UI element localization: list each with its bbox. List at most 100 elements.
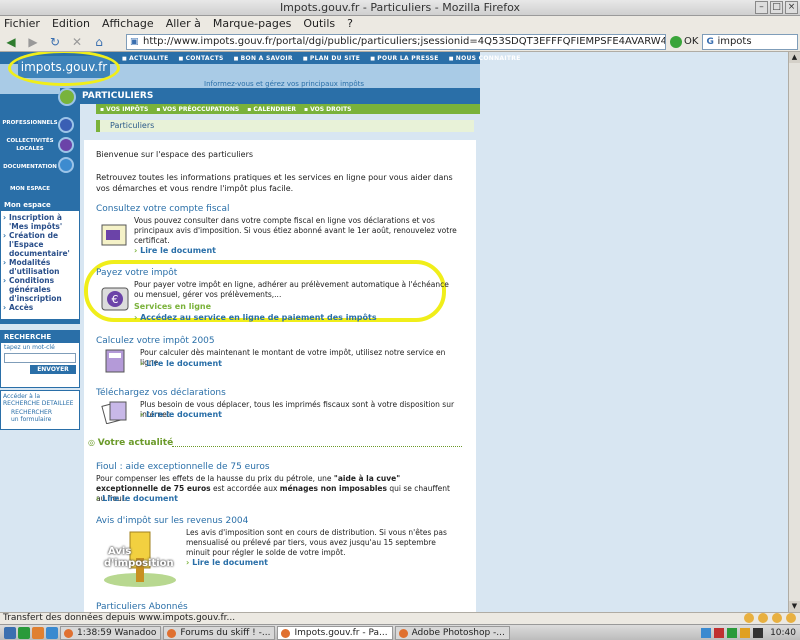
- tray-icon-1[interactable]: [701, 627, 712, 638]
- abonnes-title[interactable]: Particuliers Abonnés: [96, 602, 188, 612]
- window-title: Impots.gouv.fr - Particuliers - Mozilla …: [279, 1, 521, 14]
- menu-aller[interactable]: Aller à: [166, 16, 201, 32]
- task-photoshop[interactable]: Adobe Photoshop -...: [394, 625, 510, 640]
- status-text: Transfert des données depuis www.impots.…: [3, 613, 236, 623]
- welcome-text: Bienvenue sur l'espace des particuliers: [96, 150, 254, 159]
- task-wanadoo[interactable]: 1:38:59 Wanadoo: [60, 625, 162, 640]
- services-en-ligne-label: Services en ligne: [134, 302, 212, 311]
- header-subtitle: Informez-vous et gérez vos principaux im…: [204, 80, 365, 88]
- leftnav-collectivites[interactable]: COLLECTIVITÉS LOCALES: [0, 134, 60, 156]
- monespace-creation[interactable]: Création de l'Espace documentaire': [3, 231, 77, 258]
- go-icon: [670, 35, 682, 48]
- monespace-inscription[interactable]: Inscription à 'Mes impôts': [3, 213, 77, 231]
- adv-formulaire[interactable]: un formulaire: [3, 416, 77, 423]
- adv-recherche-detaillee[interactable]: RECHERCHE DETAILLEE: [3, 400, 77, 407]
- back-icon[interactable]: ◀: [2, 34, 20, 50]
- fioul-link[interactable]: Lire le document: [96, 494, 178, 503]
- adv-rechercher[interactable]: RECHERCHER: [3, 409, 77, 416]
- compte-fiscal-title[interactable]: Consultez votre compte fiscal: [96, 204, 229, 214]
- url-input[interactable]: http://www.impots.gouv.fr/portal/dgi/pub…: [126, 33, 666, 50]
- professionnels-bubble-icon[interactable]: [58, 117, 74, 133]
- payez-text: Pour payer votre impôt en ligne, adhérer…: [134, 280, 449, 299]
- paiement-link[interactable]: Accédez au service en ligne de paiement …: [134, 313, 377, 322]
- mon-espace-title: Mon espace: [1, 199, 79, 211]
- quicklaunch-icon-1[interactable]: [18, 626, 30, 639]
- breadcrumb[interactable]: Particuliers: [110, 120, 154, 132]
- menu-bar: Fichier Edition Affichage Aller à Marque…: [0, 16, 800, 32]
- monespace-conditions[interactable]: Conditions générales d'inscription: [3, 276, 77, 303]
- search-input[interactable]: impots: [702, 33, 799, 50]
- recherche-box: RECHERCHE tapez un mot-clé ENVOYER: [0, 330, 80, 388]
- task-forums[interactable]: Forums du skiff ! -...: [163, 625, 276, 640]
- menu-edition[interactable]: Edition: [52, 16, 90, 32]
- status-icon-2: [758, 613, 768, 623]
- recherche-input[interactable]: [4, 353, 76, 363]
- close-icon[interactable]: ×: [785, 1, 798, 14]
- status-icon-3: [772, 613, 782, 623]
- compte-fiscal-link[interactable]: Lire le document: [134, 246, 216, 255]
- page-scrollbar[interactable]: ▲ ▼: [788, 52, 800, 612]
- section-subnav: VOS IMPÔTS VOS PRÉOCCUPATIONS CALENDRIER…: [96, 104, 480, 114]
- compte-fiscal-icon: [101, 224, 127, 246]
- stop-icon[interactable]: ✕: [68, 34, 86, 50]
- avis-link[interactable]: Lire le document: [186, 558, 268, 567]
- subnav-vos-impots[interactable]: VOS IMPÔTS: [100, 106, 148, 113]
- envoyer-button[interactable]: ENVOYER: [30, 365, 76, 374]
- tray-icon-3[interactable]: [727, 627, 738, 638]
- task-impots[interactable]: Impots.gouv.fr - Pa...: [277, 625, 393, 640]
- topnav-nous-connaitre[interactable]: NOUS CONNAITRE: [449, 55, 521, 62]
- calculez-link[interactable]: Lire le document: [140, 359, 222, 368]
- telechargez-link[interactable]: Lire le document: [140, 410, 222, 419]
- calculez-title[interactable]: Calculez votre impôt 2005: [96, 336, 215, 346]
- topnav-actualite[interactable]: ACTUALITE: [122, 55, 169, 62]
- avis-title[interactable]: Avis d'impôt sur les revenus 2004: [96, 516, 248, 526]
- forward-icon[interactable]: ▶: [24, 34, 42, 50]
- quicklaunch-icon-2[interactable]: [32, 626, 44, 639]
- subnav-preoccupations[interactable]: VOS PRÉOCCUPATIONS: [156, 106, 239, 113]
- home-icon[interactable]: ⌂: [90, 34, 108, 50]
- menu-affichage[interactable]: Affichage: [102, 16, 154, 32]
- fioul-title[interactable]: Fioul : aide exceptionnelle de 75 euros: [96, 462, 270, 472]
- tray-icon-4[interactable]: [740, 627, 751, 638]
- menu-marque-pages[interactable]: Marque-pages: [213, 16, 291, 32]
- payez-title[interactable]: Payez votre impôt: [96, 268, 177, 278]
- go-button[interactable]: OK: [670, 35, 698, 48]
- leftnav-documentation[interactable]: DOCUMENTATION: [0, 156, 60, 178]
- leftnav-mon-espace[interactable]: MON ESPACE: [0, 178, 60, 200]
- topnav-bon-a-savoir[interactable]: BON A SAVOIR: [234, 55, 293, 62]
- taskbar: 1:38:59 Wanadoo Forums du skiff ! -... I…: [0, 624, 800, 640]
- subnav-vos-droits[interactable]: VOS DROITS: [304, 106, 351, 113]
- leftnav-professionnels[interactable]: PROFESSIONNELS: [0, 112, 60, 134]
- status-bar: Transfert des données depuis www.impots.…: [0, 612, 800, 624]
- system-tray: 10:40: [701, 627, 800, 638]
- calculator-icon: [105, 349, 125, 373]
- reload-icon[interactable]: ↻: [46, 34, 64, 50]
- topnav-contacts[interactable]: CONTACTS: [179, 55, 224, 62]
- start-menu-icon[interactable]: [4, 626, 16, 639]
- topnav-presse[interactable]: POUR LA PRESSE: [370, 55, 439, 62]
- telechargez-title[interactable]: Téléchargez vos déclarations: [96, 388, 226, 398]
- section-title: PARTICULIERS: [82, 91, 154, 101]
- documentation-bubble-icon[interactable]: [58, 157, 74, 173]
- quicklaunch-icon-3[interactable]: [46, 626, 58, 639]
- advanced-search-box: Accéder à la RECHERCHE DETAILLEE RECHERC…: [0, 390, 80, 430]
- tray-icon-2[interactable]: [714, 627, 725, 638]
- menu-fichier[interactable]: Fichier: [4, 16, 40, 32]
- recherche-hint: tapez un mot-clé: [4, 344, 55, 351]
- scroll-down-icon[interactable]: ▼: [789, 601, 800, 612]
- subnav-calendrier[interactable]: CALENDRIER: [247, 106, 296, 113]
- actualite-heading: Votre actualité: [88, 438, 173, 448]
- menu-outils[interactable]: Outils: [303, 16, 335, 32]
- monespace-modalites[interactable]: Modalités d'utilisation: [3, 258, 77, 276]
- volume-icon[interactable]: [753, 627, 764, 638]
- minimize-icon[interactable]: –: [755, 1, 768, 14]
- scroll-up-icon[interactable]: ▲: [789, 52, 800, 63]
- menu-help[interactable]: ?: [347, 16, 353, 32]
- topnav-plan-du-site[interactable]: PLAN DU SITE: [303, 55, 360, 62]
- navigation-toolbar: ◀ ▶ ↻ ✕ ⌂ http://www.impots.gouv.fr/port…: [0, 32, 800, 52]
- maximize-icon[interactable]: □: [770, 1, 783, 14]
- monespace-acces[interactable]: Accès: [3, 303, 77, 312]
- actualite-divider: [172, 446, 462, 447]
- collectivites-bubble-icon[interactable]: [58, 137, 74, 153]
- left-nav: PROFESSIONNELS COLLECTIVITÉS LOCALES DOC…: [0, 112, 60, 200]
